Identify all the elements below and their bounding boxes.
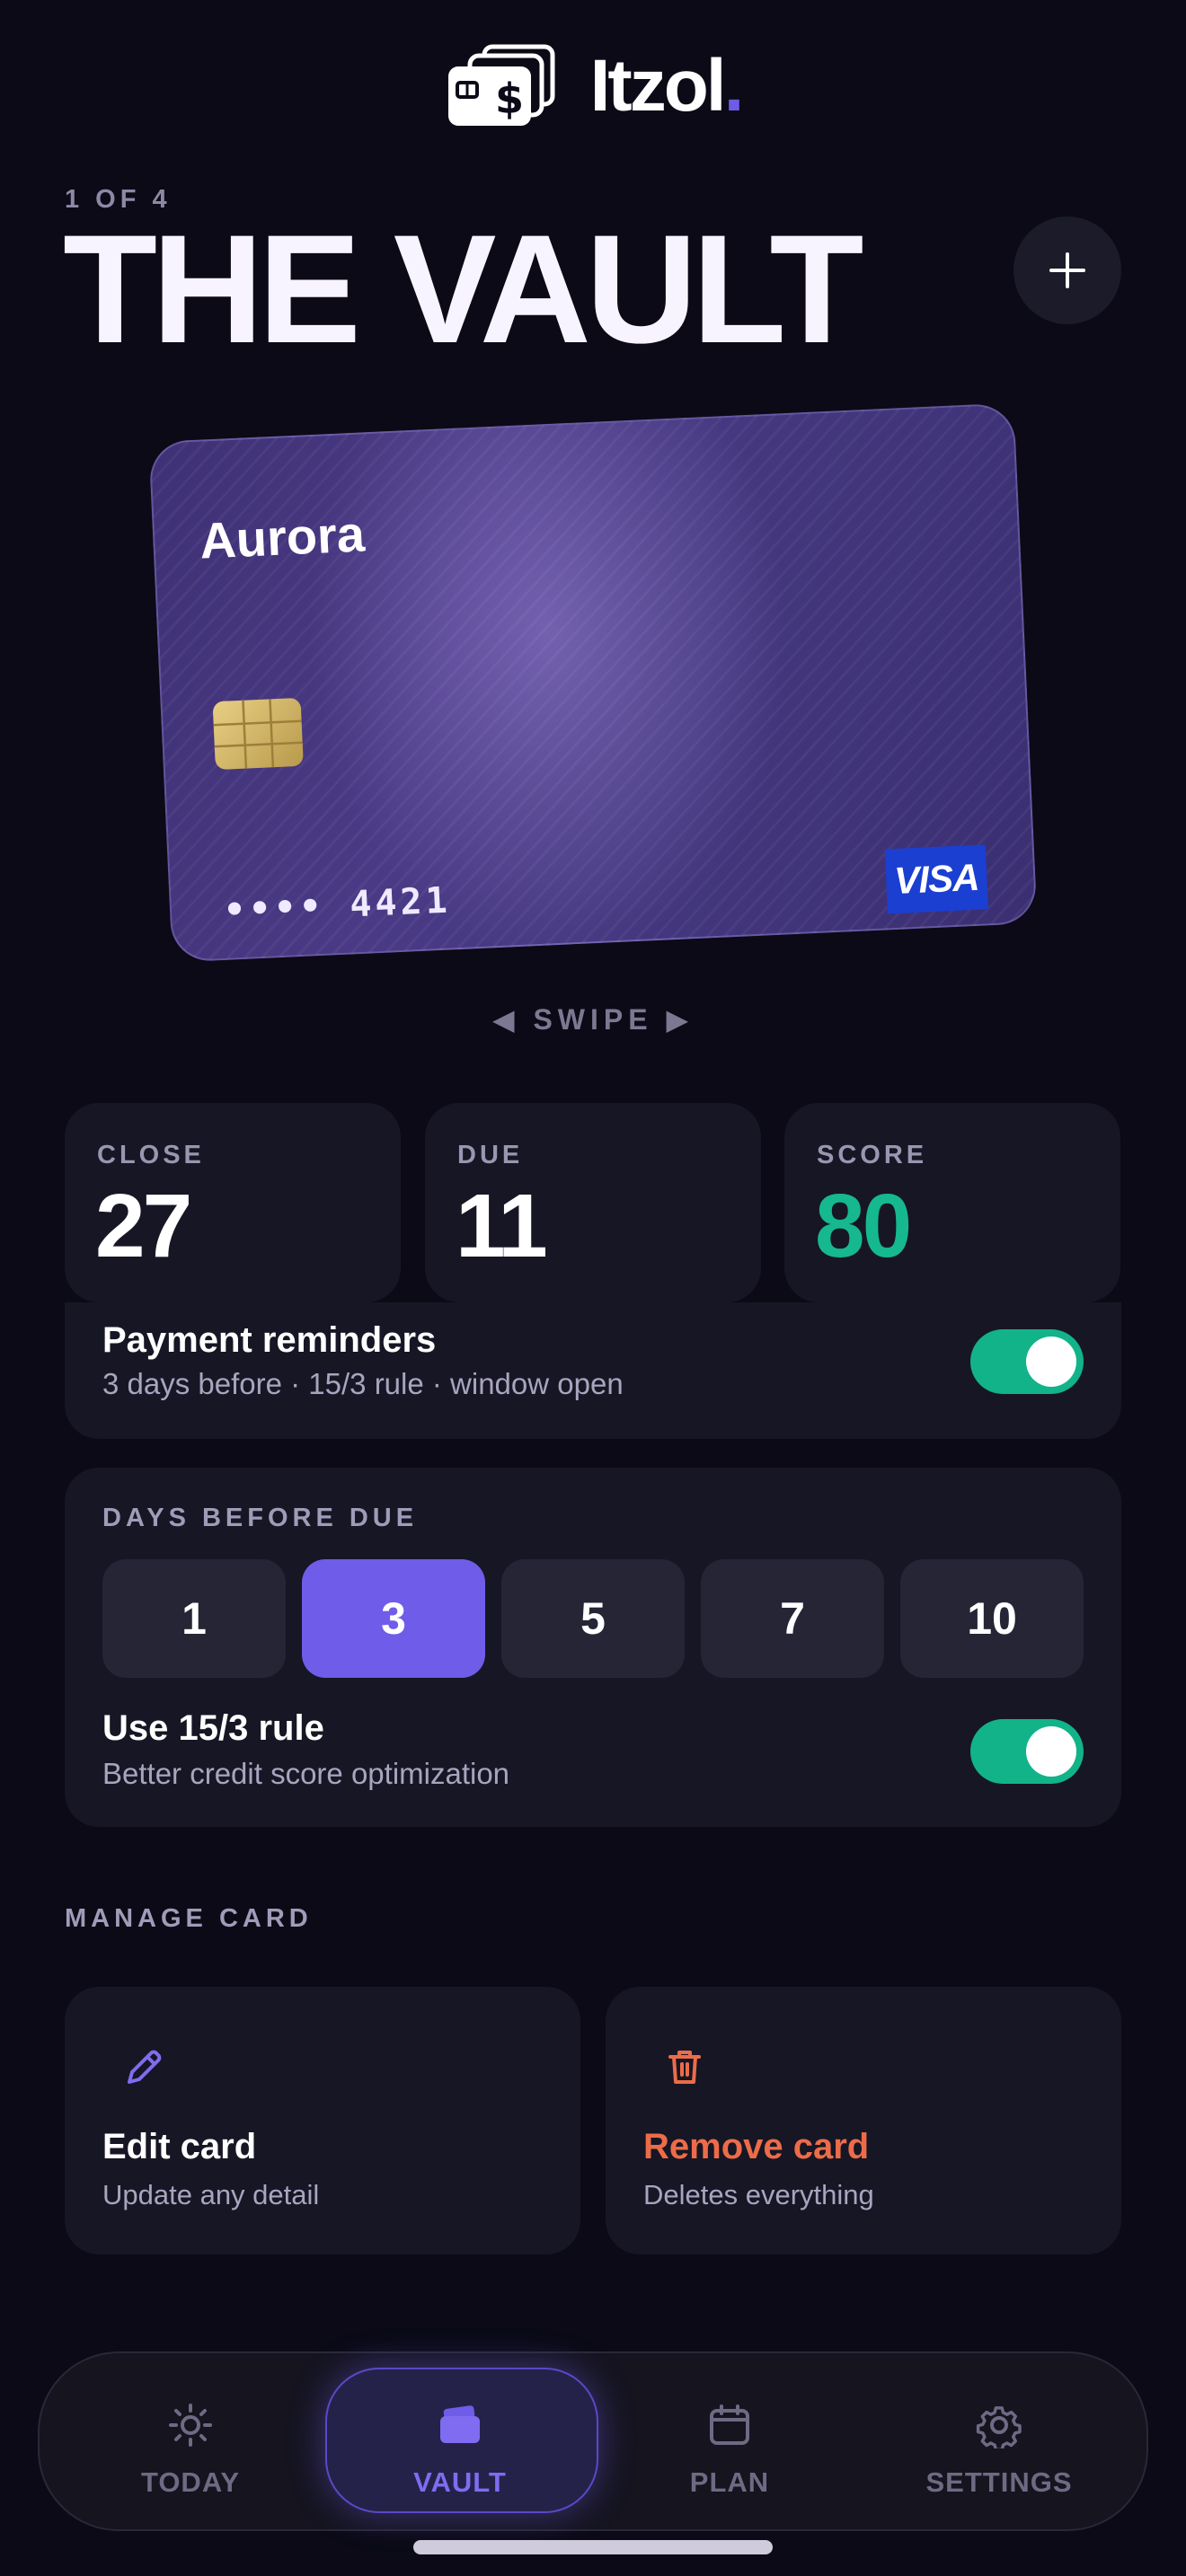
card-name: Aurora	[198, 505, 367, 569]
manage-card-label: MANAGE CARD	[65, 1904, 313, 1933]
nav-settings[interactable]: SETTINGS	[864, 2353, 1134, 2529]
rule-subtitle: Better credit score optimization	[102, 1757, 510, 1790]
nav-label: PLAN	[689, 2466, 770, 2498]
day-option-5[interactable]: 5	[501, 1559, 685, 1678]
bottom-nav: TODAY VAULT PLAN SETTINGS	[38, 2351, 1148, 2531]
day-option-7[interactable]: 7	[701, 1559, 884, 1678]
stat-due: DUE 11	[425, 1103, 761, 1302]
day-option-1[interactable]: 1	[102, 1559, 286, 1678]
stat-label: SCORE	[817, 1141, 928, 1169]
brand-dot: .	[723, 45, 745, 127]
page-title: THE VAULT	[63, 203, 864, 375]
rule-toggle[interactable]	[970, 1719, 1084, 1784]
brand-name: Itzol	[589, 45, 727, 127]
stat-value: 27	[95, 1176, 192, 1276]
edit-card-subtitle: Update any detail	[102, 2179, 320, 2210]
nav-label: SETTINGS	[925, 2466, 1073, 2498]
edit-card-title: Edit card	[102, 2127, 257, 2166]
sun-icon	[167, 2400, 214, 2450]
reminders-title: Payment reminders	[102, 1320, 437, 1360]
calendar-icon	[706, 2400, 753, 2450]
remove-card-button[interactable]: Remove card Deletes everything	[606, 1987, 1121, 2254]
stat-label: DUE	[457, 1141, 524, 1169]
trash-icon	[668, 2051, 701, 2084]
reminders-toggle[interactable]	[970, 1329, 1084, 1394]
reminders-subtitle: 3 days before · 15/3 rule · window open	[102, 1367, 624, 1400]
stat-value: 80	[815, 1176, 912, 1276]
svg-text:$: $	[495, 75, 524, 123]
remove-card-title: Remove card	[643, 2127, 870, 2166]
nav-label: VAULT	[413, 2466, 507, 2498]
wallet-icon	[437, 2400, 483, 2450]
nav-vault[interactable]: VAULT	[325, 2353, 595, 2529]
stat-label: CLOSE	[97, 1141, 205, 1169]
remove-card-subtitle: Deletes everything	[643, 2179, 874, 2210]
card-number: •••• 4421	[223, 879, 452, 931]
app-logo: $ Itzol.	[0, 43, 1186, 129]
edit-card-button[interactable]: Edit card Update any detail	[65, 1987, 580, 2254]
stat-score: SCORE 80	[784, 1103, 1120, 1302]
stacked-cards-dollar-icon: $	[445, 43, 558, 129]
add-card-button[interactable]	[1013, 216, 1121, 324]
rule-title: Use 15/3 rule	[102, 1708, 324, 1748]
nav-label: TODAY	[140, 2466, 241, 2498]
stat-close: CLOSE 27	[65, 1103, 401, 1302]
day-option-3[interactable]: 3	[302, 1559, 485, 1678]
days-before-due-label: DAYS BEFORE DUE	[102, 1504, 419, 1532]
vault-screen: $ Itzol. 1 OF 4 THE VAULT Aurora •••• 44…	[0, 0, 1186, 2576]
payment-reminders-row: Payment reminders 3 days before · 15/3 r…	[65, 1302, 1121, 1439]
swipe-hint: ◀ SWIPE ▶	[491, 1003, 695, 1036]
credit-card-carousel[interactable]: Aurora •••• 4421 VISA	[148, 402, 1038, 963]
home-indicator[interactable]	[413, 2540, 773, 2554]
chip-icon	[212, 697, 304, 771]
pencil-icon	[128, 2050, 162, 2084]
nav-today[interactable]: TODAY	[56, 2353, 325, 2529]
nav-plan[interactable]: PLAN	[595, 2353, 864, 2529]
day-option-10[interactable]: 10	[900, 1559, 1084, 1678]
visa-logo: VISA	[884, 844, 988, 914]
plus-icon	[1049, 252, 1085, 288]
gear-icon	[976, 2400, 1022, 2450]
stat-value: 11	[456, 1176, 548, 1276]
credit-card[interactable]: Aurora •••• 4421 VISA	[148, 402, 1038, 963]
